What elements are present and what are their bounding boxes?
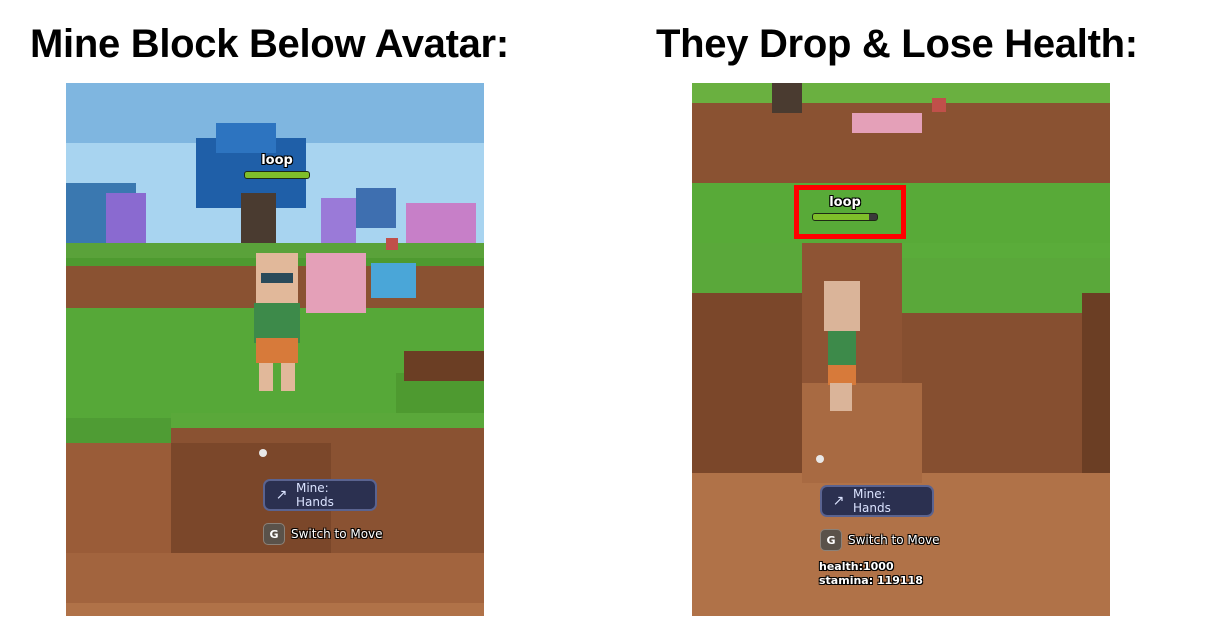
switch-to-move-hint[interactable]: G Switch to Move xyxy=(263,523,383,545)
mine-mode-label: Mine: Hands xyxy=(295,481,334,509)
health-stat: health:1000 xyxy=(819,560,923,574)
switch-to-move-label: Switch to Move xyxy=(848,533,940,547)
mine-mode-button[interactable]: ↗ Mine: Hands xyxy=(263,479,377,511)
switch-to-move-label: Switch to Move xyxy=(291,527,383,541)
g-key-icon: G xyxy=(820,529,842,551)
stamina-stat-label: stamina: xyxy=(819,574,874,587)
player-name: loop xyxy=(261,153,293,168)
crosshair xyxy=(816,455,824,463)
switch-to-move-hint[interactable]: G Switch to Move xyxy=(820,529,940,551)
stamina-stat: stamina: 119118 xyxy=(819,574,923,588)
player-stats: health:1000 stamina: 119118 xyxy=(819,560,923,588)
g-key-icon: G xyxy=(263,523,285,545)
left-game-screenshot: loop ↗ Mine: Hands G Switch to Move xyxy=(66,83,484,616)
crosshair xyxy=(259,449,267,457)
player-health-bar xyxy=(812,213,878,221)
stamina-stat-value: 119118 xyxy=(876,574,923,587)
mine-mode-label: Mine: Hands xyxy=(852,487,891,515)
player-nameplate: loop xyxy=(810,195,880,221)
health-stat-label: health: xyxy=(819,560,863,573)
pickaxe-icon: ↗ xyxy=(832,493,845,509)
player-health-fill xyxy=(245,172,309,178)
health-stat-value: 1000 xyxy=(862,560,894,573)
player-health-fill xyxy=(813,214,870,220)
left-panel-heading: Mine Block Below Avatar: xyxy=(30,22,509,66)
player-health-bar xyxy=(244,171,310,179)
player-nameplate: loop xyxy=(242,153,312,179)
right-panel-heading: They Drop & Lose Health: xyxy=(656,22,1138,66)
mine-mode-button[interactable]: ↗ Mine: Hands xyxy=(820,485,934,517)
player-name: loop xyxy=(829,195,861,210)
pickaxe-icon: ↗ xyxy=(275,487,288,503)
right-game-screenshot: loop ↗ Mine: Hands G Switch to Move heal… xyxy=(692,83,1110,616)
